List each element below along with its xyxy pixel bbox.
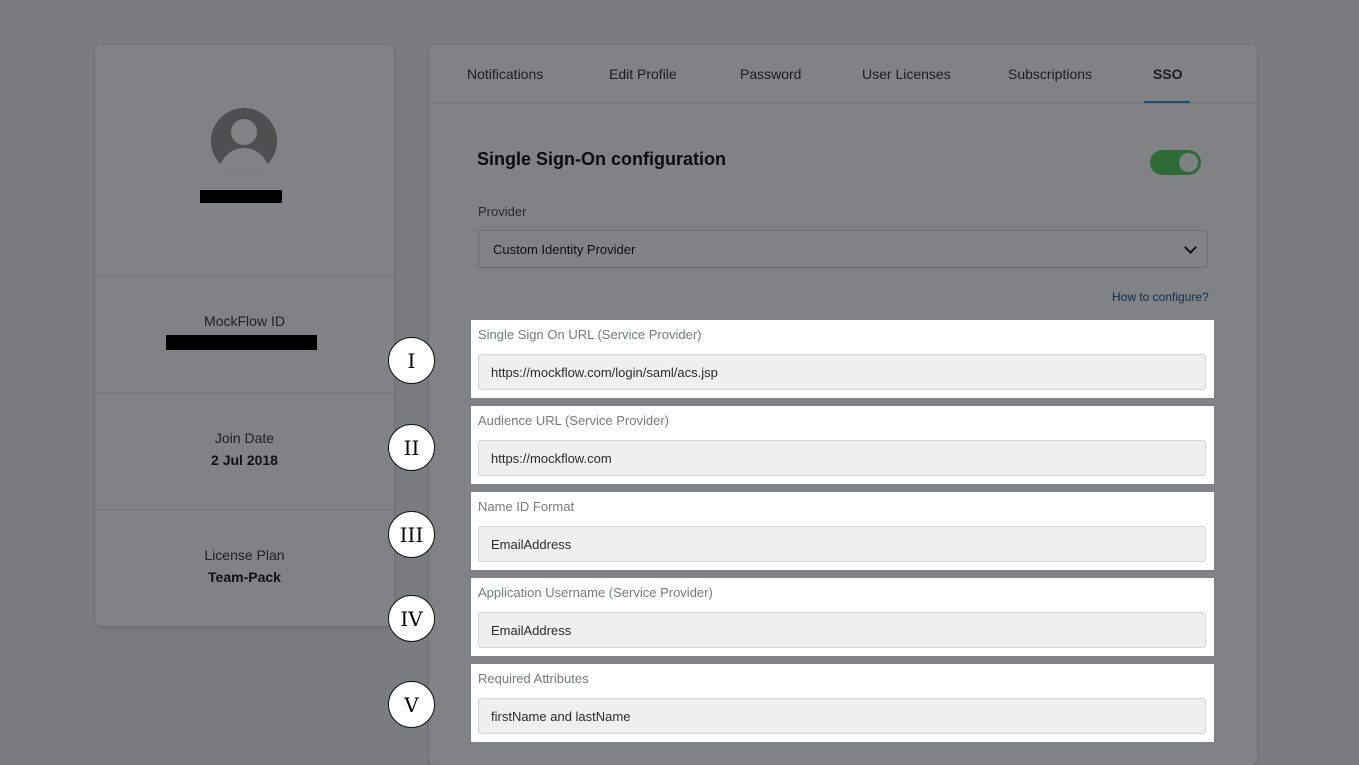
mockflow-id-label: MockFlow ID xyxy=(204,313,285,329)
marker-ii: II xyxy=(388,424,435,471)
audience-url-input[interactable] xyxy=(478,440,1206,476)
avatar xyxy=(211,108,277,174)
profile-header xyxy=(95,45,394,276)
tab-sso[interactable]: SSO xyxy=(1153,66,1183,82)
how-to-configure-link[interactable]: How to configure? xyxy=(1112,290,1209,304)
marker-iii: III xyxy=(388,511,435,558)
sso-url-input[interactable] xyxy=(478,354,1206,390)
license-plan-block: License Plan Team-Pack xyxy=(95,510,394,626)
provider-selected-value: Custom Identity Provider xyxy=(493,242,636,257)
tab-password[interactable]: Password xyxy=(740,66,801,82)
redacted-mockflow-id xyxy=(166,335,317,350)
field-panel-sso-url: Single Sign On URL (Service Provider) xyxy=(471,320,1214,398)
field-panel-audience-url: Audience URL (Service Provider) xyxy=(471,406,1214,484)
application-username-input[interactable] xyxy=(478,612,1206,648)
field-panel-name-id-format: Name ID Format xyxy=(471,492,1214,570)
active-tab-indicator xyxy=(1144,101,1190,103)
mockflow-id-block: MockFlow ID xyxy=(95,276,394,393)
name-id-format-input[interactable] xyxy=(478,526,1206,562)
provider-label: Provider xyxy=(478,204,527,219)
field-panel-required-attributes: Required Attributes xyxy=(471,664,1214,742)
sso-enable-toggle[interactable] xyxy=(1150,150,1201,175)
tab-user-licenses[interactable]: User Licenses xyxy=(862,66,951,82)
required-attributes-label: Required Attributes xyxy=(478,671,589,686)
name-id-format-label: Name ID Format xyxy=(478,499,575,514)
marker-v: V xyxy=(388,681,435,728)
join-date-block: Join Date 2 Jul 2018 xyxy=(95,393,394,510)
join-date-label: Join Date xyxy=(214,430,275,446)
field-panel-application-username: Application Username (Service Provider) xyxy=(471,578,1214,656)
tab-edit-profile[interactable]: Edit Profile xyxy=(609,66,677,82)
marker-iv: IV xyxy=(388,595,435,642)
avatar-head-shape xyxy=(231,119,257,145)
settings-card: Notifications Edit Profile Password User… xyxy=(429,45,1257,765)
application-username-label: Application Username (Service Provider) xyxy=(478,585,713,600)
license-plan-label: License Plan xyxy=(204,547,285,563)
avatar-body-shape xyxy=(219,148,269,174)
settings-tabs: Notifications Edit Profile Password User… xyxy=(429,45,1257,104)
profile-card: MockFlow ID Join Date 2 Jul 2018 License… xyxy=(95,45,394,626)
redacted-username xyxy=(200,190,282,203)
required-attributes-input[interactable] xyxy=(478,698,1206,734)
chevron-down-icon xyxy=(1184,241,1197,254)
sso-url-label: Single Sign On URL (Service Provider) xyxy=(478,327,702,342)
tab-subscriptions[interactable]: Subscriptions xyxy=(1008,66,1092,82)
sso-title: Single Sign-On configuration xyxy=(477,149,726,169)
audience-url-label: Audience URL (Service Provider) xyxy=(478,413,669,428)
toggle-knob xyxy=(1179,153,1198,172)
provider-select[interactable]: Custom Identity Provider xyxy=(478,230,1208,268)
license-plan-value: Team-Pack xyxy=(208,569,281,585)
marker-i: I xyxy=(388,337,435,384)
join-date-value: 2 Jul 2018 xyxy=(211,452,278,468)
tab-notifications[interactable]: Notifications xyxy=(467,66,543,82)
